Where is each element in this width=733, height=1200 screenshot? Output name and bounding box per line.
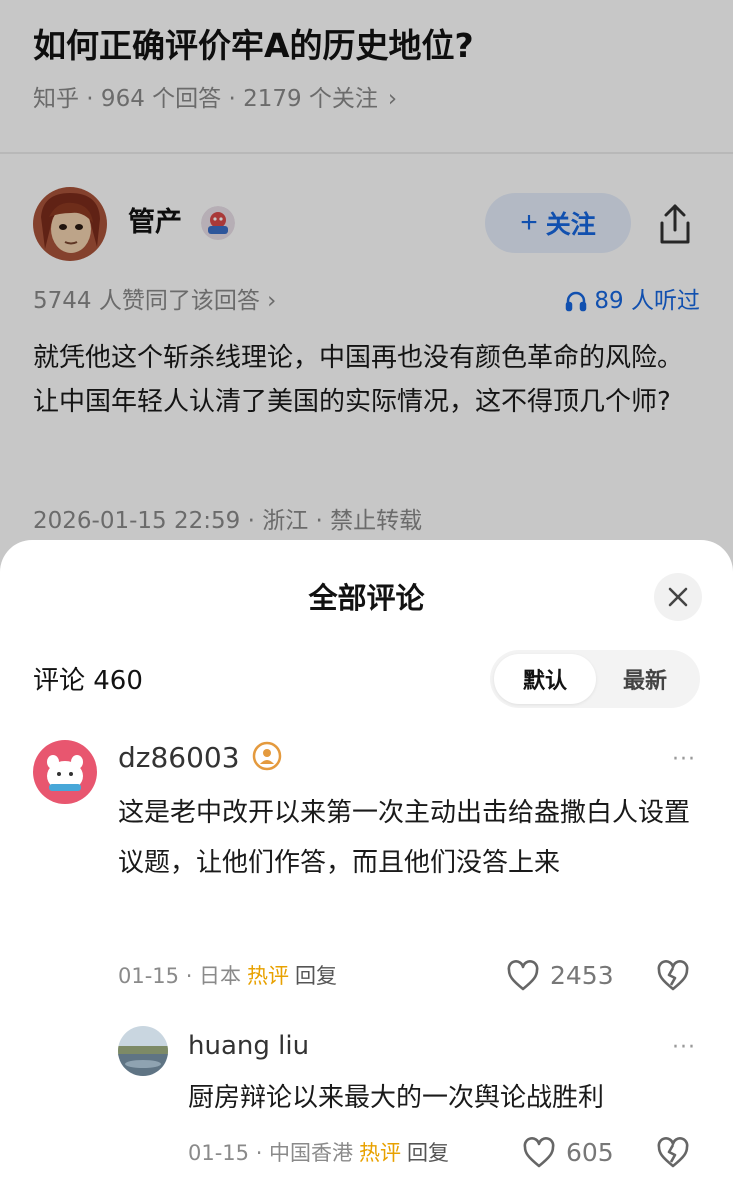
like-button[interactable]: 2453 xyxy=(506,960,614,992)
dislike-heart-icon[interactable] xyxy=(656,959,690,993)
sheet-title: 全部评论 xyxy=(308,581,425,615)
sort-default-tab[interactable]: 默认 xyxy=(494,654,596,704)
sort-toggle: 默认 最新 xyxy=(490,650,700,708)
dislike-heart-icon[interactable] xyxy=(656,1136,690,1170)
comment-count: 评论 460 xyxy=(33,666,143,696)
more-icon[interactable]: ··· xyxy=(672,749,696,771)
like-count: 2453 xyxy=(550,961,614,990)
reply-button[interactable]: 回复 xyxy=(407,1141,449,1165)
comment-date-location: 01-15 · 日本 xyxy=(118,964,242,988)
comment-text: 这是老中改开以来第一次主动出击给盎撒白人设置议题，让他们作答，而且他们没答上来 xyxy=(118,798,691,878)
heart-icon xyxy=(507,960,539,991)
comments-sheet: 全部评论 评论 460 默认 最新 dz86003 ··· 这是老中改开以来第一… xyxy=(0,540,733,1200)
commenter-avatar[interactable] xyxy=(118,1026,168,1076)
commenter-avatar[interactable] xyxy=(33,740,97,804)
comment-text: 厨房辩论以来最大的一次舆论战胜利 xyxy=(188,1083,605,1113)
commenter-name-text: dz86003 xyxy=(118,741,240,774)
user-badge-icon xyxy=(253,741,282,771)
like-button[interactable]: 605 xyxy=(522,1137,614,1169)
sort-latest-tab[interactable]: 最新 xyxy=(594,654,696,704)
reply-button[interactable]: 回复 xyxy=(295,964,337,988)
commenter-name[interactable]: dz86003 xyxy=(118,740,282,776)
comment-date-location: 01-15 · 中国香港 xyxy=(188,1141,354,1165)
heart-icon xyxy=(523,1137,555,1168)
close-icon xyxy=(668,587,688,607)
hot-comment-badge: 热评 xyxy=(359,1141,402,1165)
commenter-name[interactable]: huang liu xyxy=(188,1028,309,1064)
close-button[interactable] xyxy=(654,573,702,621)
hot-comment-badge: 热评 xyxy=(247,964,290,988)
like-count: 605 xyxy=(566,1138,614,1167)
more-icon[interactable]: ··· xyxy=(672,1037,696,1059)
comment-meta: 01-15 · 中国香港 热评 回复 xyxy=(188,1138,449,1168)
comment-meta: 01-15 · 日本 热评 回复 xyxy=(118,961,337,991)
